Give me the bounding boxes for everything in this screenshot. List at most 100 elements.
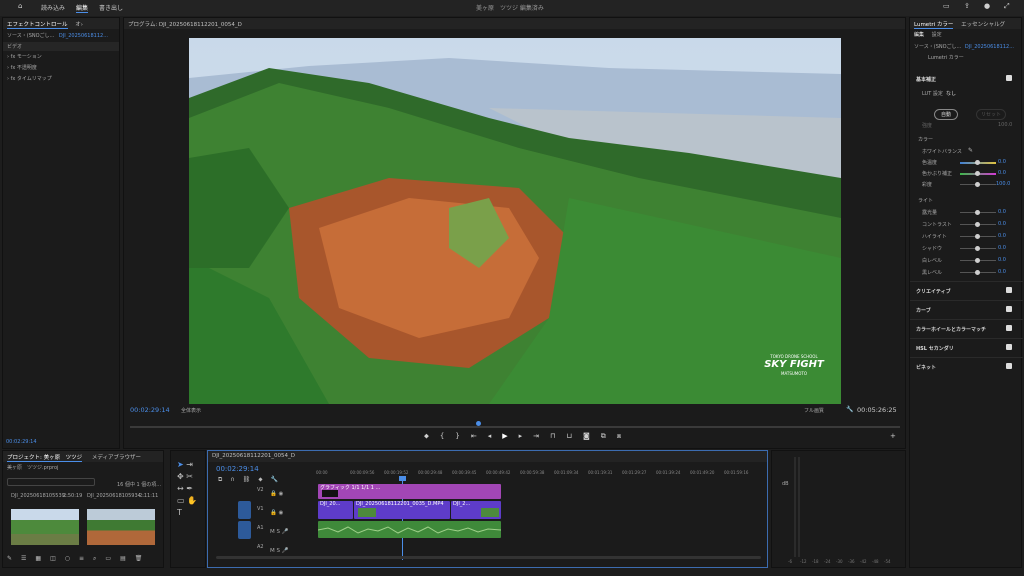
lut-select[interactable]: なし <box>946 90 956 97</box>
graphic-clip[interactable]: グラフィック 1/1 1/1 1 ... <box>318 484 501 499</box>
source-patch-a1[interactable] <box>238 521 251 539</box>
add-marker-icon[interactable]: ⬥ <box>258 476 262 484</box>
light-value[interactable]: 0.0 <box>998 245 1006 251</box>
eye-icon[interactable]: ◉ <box>279 510 284 516</box>
audio-clip[interactable] <box>317 521 502 538</box>
eyedropper-icon[interactable]: ✎ <box>968 147 973 154</box>
lumetri-source[interactable]: ソース・(SNOごし... <box>914 44 961 50</box>
playhead-marker[interactable] <box>476 421 481 426</box>
slip-tool-icon[interactable]: ↔ <box>177 484 184 493</box>
saturation-knob[interactable] <box>975 182 980 187</box>
tint-value[interactable]: 0.0 <box>998 170 1006 176</box>
step-back-icon[interactable]: ◂ <box>488 432 492 441</box>
nest-icon[interactable]: ⧉ <box>218 476 222 484</box>
mute-icon[interactable]: M <box>270 548 275 554</box>
home-icon[interactable]: ⌂ <box>18 3 22 10</box>
mic-icon[interactable]: 🎤 <box>282 548 289 554</box>
new-item-icon[interactable]: ▤ <box>120 555 126 563</box>
share-icon[interactable]: ⇪ <box>964 3 970 10</box>
ripple-edit-icon[interactable]: ✥ <box>177 472 184 481</box>
compare-icon[interactable]: ⧉ <box>601 432 606 441</box>
light-knob[interactable] <box>975 210 980 215</box>
quality-select[interactable]: フル画質 <box>804 407 824 414</box>
in-point-icon[interactable]: { <box>440 432 444 441</box>
track-label-a2[interactable]: A2 <box>257 544 264 550</box>
track-label-a1[interactable]: A1 <box>257 525 264 531</box>
solo-icon[interactable]: S <box>277 548 281 554</box>
section-curves[interactable]: カーブ <box>910 300 1023 319</box>
program-scrubber[interactable] <box>130 426 900 428</box>
light-knob[interactable] <box>975 246 980 251</box>
play-icon[interactable]: ▶ <box>502 432 507 441</box>
eye-icon[interactable]: ◉ <box>279 491 284 497</box>
reset-button[interactable]: リセット <box>976 109 1007 120</box>
source-patch-v1[interactable] <box>238 501 251 519</box>
project-search-input[interactable] <box>7 478 95 486</box>
wrench-icon[interactable]: 🔧 <box>846 406 853 413</box>
basic-correction-header[interactable]: 基本補正 <box>916 76 936 83</box>
video-frame[interactable]: TOKYO DRONE SCHOOL SKY FIGHT MATSUMOTO <box>189 38 841 404</box>
saturation-value[interactable]: 100.0 <box>996 181 1010 187</box>
section-checkbox[interactable] <box>1006 287 1012 293</box>
light-value[interactable]: 0.0 <box>998 209 1006 215</box>
tab-media-browser[interactable]: メディアブラウザー <box>92 455 141 461</box>
go-to-out-icon[interactable]: ⇥ <box>533 432 539 441</box>
project-thumbnail[interactable] <box>11 509 79 545</box>
basic-checkbox[interactable] <box>1006 75 1012 81</box>
temperature-knob[interactable] <box>975 160 980 165</box>
program-timecode[interactable]: 00:02:29:14 <box>130 406 170 414</box>
project-item-name[interactable]: DJI_20250618105539... <box>11 493 70 499</box>
section-hsl[interactable]: HSL セカンダリ <box>910 338 1023 357</box>
select-tool-icon[interactable]: ➤ <box>177 460 184 469</box>
effect-time-remap[interactable]: › fx タイムリマップ <box>3 73 119 84</box>
nav-export[interactable]: 書き出し <box>99 3 123 12</box>
source-label[interactable]: ソース・(SNOごし... <box>7 33 54 39</box>
section-checkbox[interactable] <box>1006 344 1012 350</box>
section-checkbox[interactable] <box>1006 325 1012 331</box>
light-value[interactable]: 0.0 <box>998 269 1006 275</box>
list-view-icon[interactable]: ☰ <box>21 555 26 563</box>
icon-view-icon[interactable]: ▦ <box>35 555 41 563</box>
sort-icon[interactable]: ≡ <box>79 555 84 563</box>
tab-essential[interactable]: エッセンシャルグ <box>961 22 1005 28</box>
new-bin-icon[interactable]: ▭ <box>105 555 111 563</box>
light-value[interactable]: 0.0 <box>998 257 1006 263</box>
track-lock-icon[interactable]: 🔒 <box>270 510 277 516</box>
workspace-icon[interactable]: ▭ <box>943 3 950 10</box>
tab-project[interactable]: プロジェクト: 美ヶ原 ツツジ <box>7 455 83 462</box>
lumetri-fx-row[interactable]: Lumetri カラー <box>910 53 1021 62</box>
light-knob[interactable] <box>975 270 980 275</box>
snap-icon[interactable]: ∩ <box>230 476 234 484</box>
auto-button[interactable]: 自動 <box>934 109 959 120</box>
section-checkbox[interactable] <box>1006 306 1012 312</box>
zoom-slider-icon[interactable]: ○ <box>65 555 70 563</box>
pen-tool-icon[interactable]: ✒ <box>186 484 193 493</box>
light-knob[interactable] <box>975 234 980 239</box>
out-point-icon[interactable]: } <box>455 432 459 441</box>
light-value[interactable]: 0.0 <box>998 221 1006 227</box>
temperature-value[interactable]: 0.0 <box>998 159 1006 165</box>
lift-icon[interactable]: ⊓ <box>550 432 555 441</box>
video-clip[interactable]: DJI_20... <box>318 501 353 519</box>
step-forward-icon[interactable]: ▸ <box>519 432 523 441</box>
mute-icon[interactable]: M <box>270 529 275 535</box>
freeform-icon[interactable]: ◫ <box>50 555 56 563</box>
razor-icon[interactable]: ✂ <box>186 472 193 481</box>
trash-icon[interactable]: 🗑 <box>135 555 143 563</box>
tab-lumetri[interactable]: Lumetri カラー <box>914 22 954 29</box>
section-creative[interactable]: クリエイティブ <box>910 281 1023 300</box>
time-ruler[interactable]: 00:00 00:00:09:56 00:00:19:52 00:00:29:48 00… <box>316 470 761 482</box>
add-button-icon[interactable]: + <box>890 432 896 440</box>
timeline-header[interactable]: DJI_20250618112201_0054_D <box>208 451 767 462</box>
type-tool-icon[interactable]: T <box>177 508 182 517</box>
light-knob[interactable] <box>975 258 980 263</box>
nav-import[interactable]: 読み込み <box>41 3 65 12</box>
proxy-icon[interactable]: ⧈ <box>617 432 621 441</box>
light-knob[interactable] <box>975 222 980 227</box>
hand-tool-icon[interactable]: ✋ <box>187 496 197 505</box>
zoom-select[interactable]: 全体表示 <box>181 407 201 414</box>
solo-icon[interactable]: S <box>277 529 281 535</box>
search-icon[interactable]: ⌕ <box>93 555 96 563</box>
section-vignette[interactable]: ビネット <box>910 357 1023 376</box>
video-clip[interactable]: DJI_2... <box>451 501 501 519</box>
